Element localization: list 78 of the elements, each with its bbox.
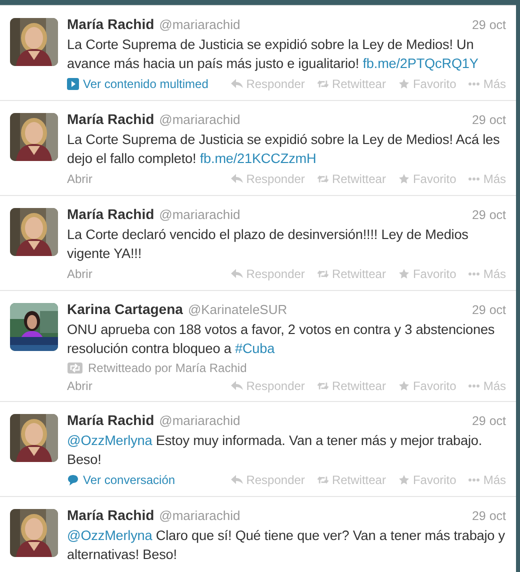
author-name[interactable]: Karina Cartagena xyxy=(67,301,183,317)
tweet-text: @OzzMerlyna Estoy muy informada. Van a tener más y mejor trabajo. Beso! xyxy=(67,432,484,469)
retweet-icon xyxy=(316,381,329,391)
star-icon xyxy=(398,79,410,89)
tweet-text: La Corte declaró vencido el plazo de desinversión!!!! Ley de Medios vigente YA!!! xyxy=(67,226,470,263)
author-name[interactable]: María Rachid xyxy=(67,111,154,127)
author-handle[interactable]: @mariarachid xyxy=(159,508,240,523)
tweet-action[interactable]: Más xyxy=(468,267,506,281)
tweet-action[interactable]: Más xyxy=(468,473,506,487)
tweet-action[interactable]: Retwittear xyxy=(316,267,386,281)
more-icon xyxy=(468,177,480,181)
speech-bubble-icon xyxy=(67,474,79,486)
reply-icon xyxy=(231,174,244,184)
tweet-text: La Corte Suprema de Justicia se expidió sobre la Ley de Medios! Un avance más hacia un país más justo e igualitario! fb.me/2PTQcRQ1Y xyxy=(67,36,480,73)
retweet-icon xyxy=(67,362,83,374)
more-icon xyxy=(468,82,480,86)
play-icon xyxy=(67,78,79,90)
tweet-text: @OzzMerlyna Claro que sí! Qué tiene que ver? Van a tener más trabajo y alternativas! Beso! xyxy=(67,527,506,564)
tweet-action[interactable]: Más xyxy=(468,172,506,186)
retweet-icon xyxy=(316,174,329,184)
tweet-action[interactable]: Retwittear xyxy=(316,379,386,393)
retweet-icon xyxy=(316,475,329,485)
tweet-action[interactable]: Favorito xyxy=(398,77,456,91)
tweet-expand-link[interactable]: Ver conversación xyxy=(67,473,217,487)
tweet-action[interactable]: Responder xyxy=(231,267,305,281)
retweet-icon xyxy=(316,269,329,279)
retweeted-by-label: Retwitteado por María Rachid xyxy=(88,361,247,375)
tweet-time[interactable]: 29 oct xyxy=(472,113,506,127)
reply-icon xyxy=(231,269,244,279)
author-handle[interactable]: @mariarachid xyxy=(159,413,240,428)
retweet-icon xyxy=(316,79,329,89)
tweet-time[interactable]: 29 oct xyxy=(472,509,506,523)
tweet-action[interactable]: Responder xyxy=(231,473,305,487)
tweet-action[interactable]: Favorito xyxy=(398,379,456,393)
tweet-action[interactable]: Responder xyxy=(231,77,305,91)
tweet-text: ONU aprueba con 188 votos a favor, 2 votos en contra y 3 abstenciones resolución contra bloqueo a #Cuba xyxy=(67,321,496,358)
author-name[interactable]: María Rachid xyxy=(67,206,154,222)
tweet-link[interactable]: #Cuba xyxy=(235,341,275,356)
tweet-expand-link[interactable]: Abrir xyxy=(67,267,217,281)
tweet-action[interactable]: Responder xyxy=(231,379,305,393)
tweet-link[interactable]: fb.me/21KCCZzmH xyxy=(200,151,316,166)
tweet-action[interactable]: Retwittear xyxy=(316,77,386,91)
reply-icon xyxy=(231,381,244,391)
author-handle[interactable]: @mariarachid xyxy=(159,207,240,222)
tweet-action[interactable]: Retwittear xyxy=(316,172,386,186)
author-handle[interactable]: @mariarachid xyxy=(159,17,240,32)
author-handle[interactable]: @KarinateleSUR xyxy=(188,302,288,317)
reply-icon xyxy=(231,475,244,485)
tweet-action[interactable]: Favorito xyxy=(398,267,456,281)
author-name[interactable]: María Rachid xyxy=(67,507,154,523)
star-icon xyxy=(398,269,410,279)
tweet-time[interactable]: 29 oct xyxy=(472,303,506,317)
tweet-action[interactable]: Favorito xyxy=(398,172,456,186)
tweet-action[interactable]: Favorito xyxy=(398,473,456,487)
tweet-link[interactable]: @OzzMerlyna xyxy=(67,528,152,543)
author-handle[interactable]: @mariarachid xyxy=(159,112,240,127)
star-icon xyxy=(398,381,410,391)
tweet-action[interactable]: Más xyxy=(468,379,506,393)
more-icon xyxy=(468,384,480,388)
star-icon xyxy=(398,174,410,184)
tweet-action[interactable]: Más xyxy=(468,77,506,91)
more-icon xyxy=(468,272,480,276)
tweet-action[interactable]: Responder xyxy=(231,172,305,186)
star-icon xyxy=(398,475,410,485)
tweet-link[interactable]: fb.me/2PTQcRQ1Y xyxy=(362,56,478,71)
tweet-expand-link[interactable]: Abrir xyxy=(67,172,217,186)
author-name[interactable]: María Rachid xyxy=(67,412,154,428)
tweet-action[interactable]: Retwittear xyxy=(316,473,386,487)
tweet-expand-link[interactable]: Ver contenido multimed xyxy=(67,77,217,91)
reply-icon xyxy=(231,79,244,89)
tweet-time[interactable]: 29 oct xyxy=(472,18,506,32)
tweet-text: La Corte Suprema de Justicia se expidió sobre la Ley de Medios! Acá les dejo el fallo completo! fb.me/21KCCZzmH xyxy=(67,131,501,168)
tweet-time[interactable]: 29 oct xyxy=(472,414,506,428)
tweet-expand-link[interactable]: Abrir xyxy=(67,379,217,393)
tweet-time[interactable]: 29 oct xyxy=(472,208,506,222)
more-icon xyxy=(468,478,480,482)
tweet-link[interactable]: @OzzMerlyna xyxy=(67,433,152,448)
author-name[interactable]: María Rachid xyxy=(67,16,154,32)
